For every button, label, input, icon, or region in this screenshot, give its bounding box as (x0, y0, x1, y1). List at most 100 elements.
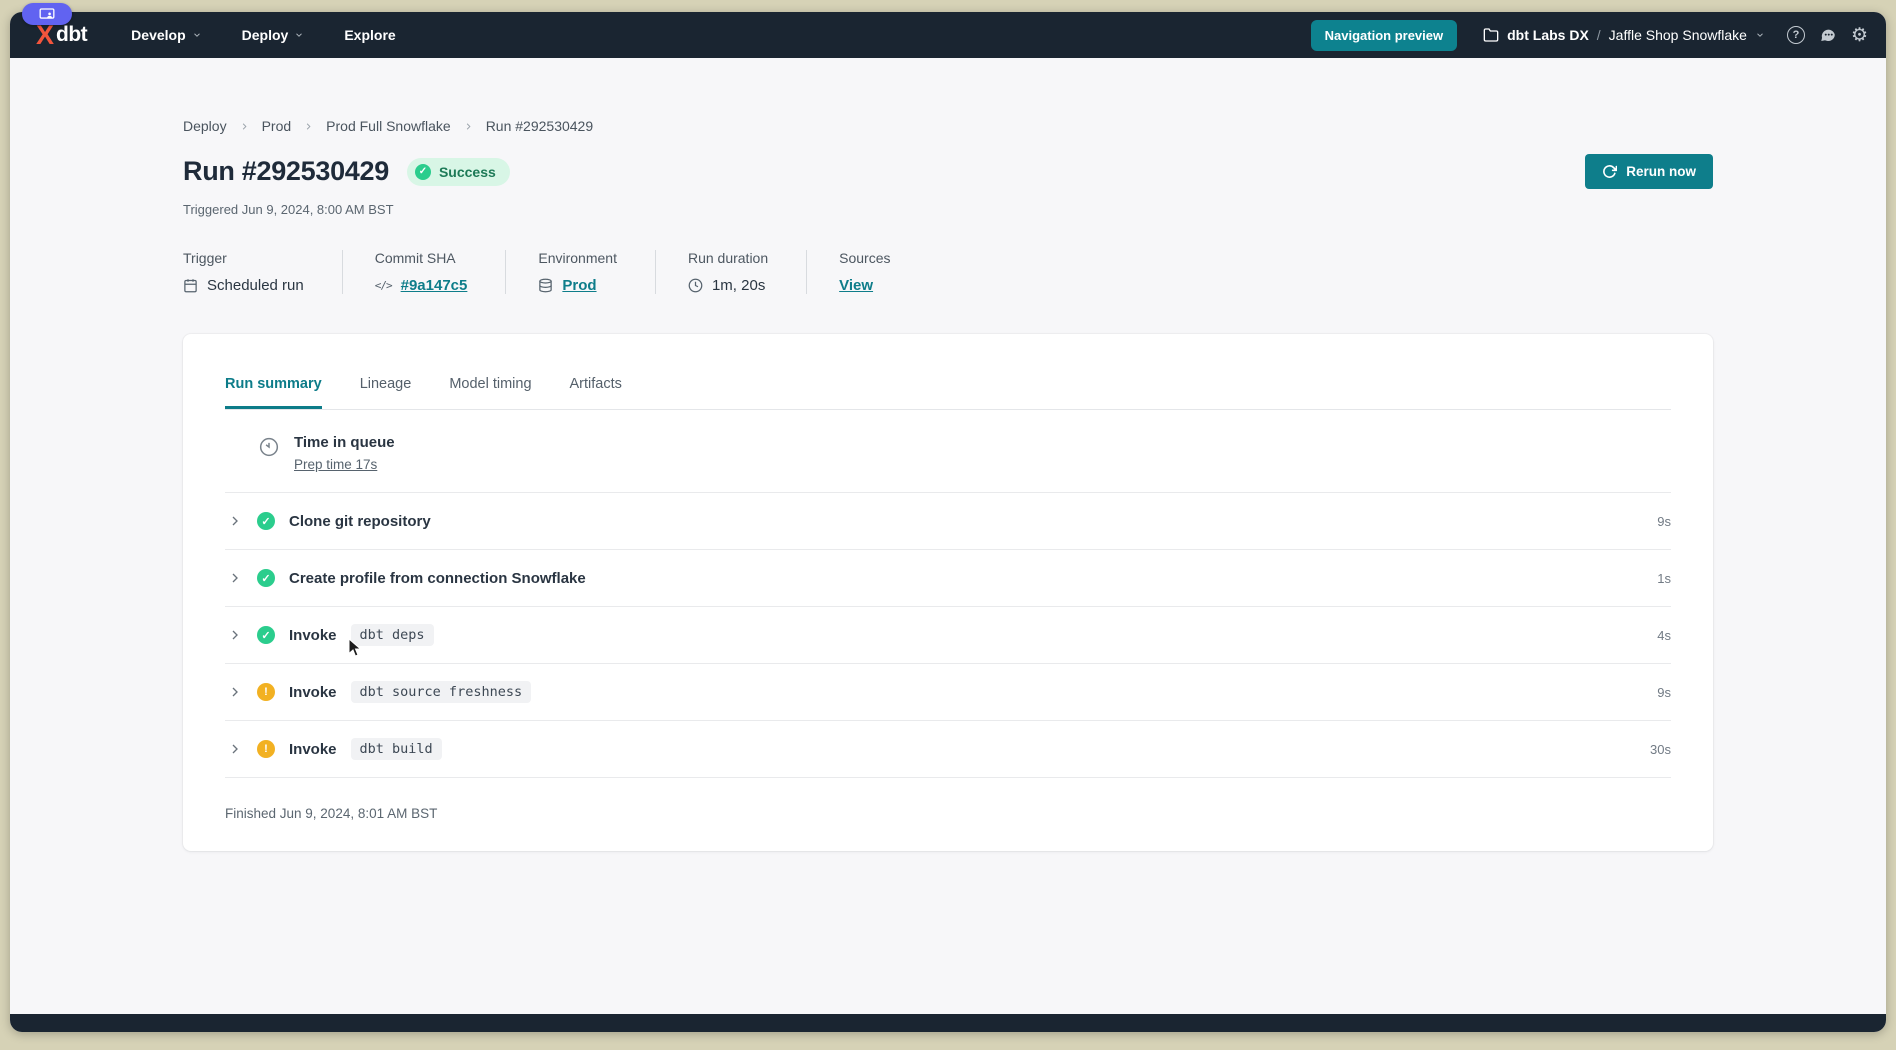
chevron-down-icon (192, 30, 202, 40)
step-duration: 30s (1650, 742, 1671, 757)
breadcrumb: Deploy Prod Prod Full Snowflake Run #292… (183, 118, 1713, 134)
step-label: Clone git repository (289, 513, 431, 530)
help-icon[interactable] (1787, 26, 1805, 44)
dbt-logo-text: dbt (56, 23, 87, 47)
project-name: Jaffle Shop Snowflake (1609, 27, 1747, 43)
nav-menu-develop[interactable]: Develop (131, 27, 201, 43)
title-row: Run #292530429 Success Rerun now (183, 154, 1713, 189)
step-status-icon (257, 683, 275, 701)
navigation-preview-button[interactable]: Navigation preview (1311, 20, 1457, 51)
step-row-dbt-build[interactable]: Invoke dbt build 30s (225, 721, 1671, 778)
chevron-right-icon (303, 121, 314, 132)
meta-trigger-label: Trigger (183, 250, 304, 266)
nav-menu-deploy[interactable]: Deploy (242, 27, 305, 43)
tab-artifacts[interactable]: Artifacts (570, 376, 622, 409)
database-icon (538, 278, 553, 293)
step-status-icon (257, 626, 275, 644)
app-window: X dbt Develop Deploy Explore Navigation … (10, 12, 1886, 1032)
clock-icon (688, 278, 703, 293)
path-separator: / (1597, 27, 1601, 43)
step-duration: 1s (1657, 571, 1671, 586)
chevron-right-icon[interactable] (227, 684, 243, 700)
step-row-dbt-deps[interactable]: Invoke dbt deps 4s (225, 607, 1671, 664)
step-duration: 9s (1657, 685, 1671, 700)
finished-timestamp: Finished Jun 9, 2024, 8:01 AM BST (225, 806, 1671, 821)
meta-commit-sha: Commit SHA </> #9a147c5 (342, 250, 506, 294)
dbt-logo-icon: X (36, 22, 52, 49)
page-title: Run #292530429 (183, 156, 389, 187)
navbar-right: Navigation preview dbt Labs DX / Jaffle … (1311, 20, 1868, 51)
chevron-right-icon (463, 121, 474, 132)
breadcrumb-current-run: Run #292530429 (486, 118, 593, 134)
time-in-queue-row: Time in queue Prep time 17s (225, 410, 1671, 493)
dbt-logo[interactable]: X dbt (36, 22, 87, 49)
prep-time-link[interactable]: Prep time 17s (294, 457, 377, 472)
triggered-timestamp: Triggered Jun 9, 2024, 8:00 AM BST (183, 202, 1713, 217)
breadcrumb-prod[interactable]: Prod (262, 118, 292, 134)
rerun-now-button[interactable]: Rerun now (1585, 154, 1713, 189)
meta-environment: Environment Prod (505, 250, 655, 294)
environment-link[interactable]: Prod (562, 277, 596, 294)
chevron-right-icon[interactable] (227, 627, 243, 643)
code-icon: </> (375, 279, 392, 292)
time-in-queue-title: Time in queue (294, 434, 395, 451)
step-label: Create profile from connection Snowflake (289, 570, 586, 587)
meta-duration-label: Run duration (688, 250, 768, 266)
rerun-now-label: Rerun now (1626, 164, 1696, 179)
step-row-dbt-source-freshness[interactable]: Invoke dbt source freshness 9s (225, 664, 1671, 721)
meta-sources-label: Sources (839, 250, 890, 266)
top-navbar: X dbt Develop Deploy Explore Navigation … (10, 12, 1886, 58)
tab-run-summary[interactable]: Run summary (225, 376, 322, 409)
step-duration: 4s (1657, 628, 1671, 643)
meta-trigger: Trigger Scheduled run (183, 250, 342, 294)
step-row-clone-git[interactable]: Clone git repository 9s (225, 493, 1671, 550)
step-label: Invoke (289, 684, 337, 701)
step-command: dbt deps (351, 624, 434, 646)
chevron-right-icon[interactable] (227, 570, 243, 586)
step-label: Invoke (289, 627, 337, 644)
meta-environment-label: Environment (538, 250, 617, 266)
meta-trigger-value: Scheduled run (207, 277, 304, 294)
chevron-down-icon (294, 30, 304, 40)
meta-run-duration: Run duration 1m, 20s (655, 250, 806, 294)
run-metadata-row: Trigger Scheduled run Commit SHA </> #9a… (183, 250, 1713, 294)
run-summary-card: Run summary Lineage Model timing Artifac… (183, 334, 1713, 851)
account-project-selector[interactable]: dbt Labs DX / Jaffle Shop Snowflake (1483, 27, 1765, 43)
commit-sha-link[interactable]: #9a147c5 (401, 277, 468, 294)
success-check-icon (415, 164, 431, 180)
account-name: dbt Labs DX (1507, 27, 1589, 43)
step-row-create-profile[interactable]: Create profile from connection Snowflake… (225, 550, 1671, 607)
step-command: dbt source freshness (351, 681, 532, 703)
extension-badge[interactable] (22, 3, 72, 25)
meta-commit-label: Commit SHA (375, 250, 468, 266)
step-label: Invoke (289, 741, 337, 758)
step-command: dbt build (351, 738, 442, 760)
window-footer (10, 1014, 1886, 1032)
clock-icon (259, 437, 279, 457)
nav-menu-explore-label: Explore (344, 27, 395, 43)
sources-view-link[interactable]: View (839, 277, 873, 294)
nav-menu-develop-label: Develop (131, 27, 185, 43)
nav-menu-explore[interactable]: Explore (344, 27, 395, 43)
tab-lineage[interactable]: Lineage (360, 376, 412, 409)
status-badge-label: Success (439, 164, 496, 180)
chevron-down-icon (1755, 30, 1765, 40)
breadcrumb-deploy[interactable]: Deploy (183, 118, 227, 134)
screen-share-icon (39, 8, 55, 21)
tab-bar: Run summary Lineage Model timing Artifac… (225, 334, 1671, 410)
chevron-right-icon[interactable] (227, 513, 243, 529)
calendar-icon (183, 278, 198, 293)
status-badge: Success (407, 158, 510, 186)
step-status-icon (257, 569, 275, 587)
step-duration: 9s (1657, 514, 1671, 529)
refresh-icon (1602, 164, 1617, 179)
tab-model-timing[interactable]: Model timing (449, 376, 531, 409)
breadcrumb-job[interactable]: Prod Full Snowflake (326, 118, 451, 134)
folder-icon (1483, 27, 1499, 43)
nav-menu-deploy-label: Deploy (242, 27, 289, 43)
step-status-icon (257, 512, 275, 530)
gear-icon[interactable]: ⚙ (1851, 26, 1868, 45)
chevron-right-icon (239, 121, 250, 132)
feedback-icon[interactable] (1819, 26, 1837, 44)
chevron-right-icon[interactable] (227, 741, 243, 757)
